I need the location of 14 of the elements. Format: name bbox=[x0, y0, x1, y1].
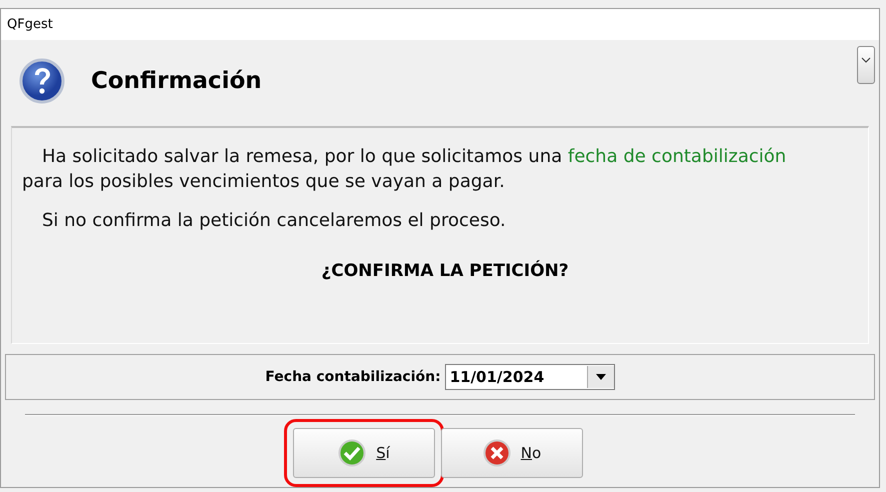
dropdown-icon bbox=[596, 374, 606, 380]
caret-icon bbox=[861, 55, 871, 65]
expand-button[interactable] bbox=[857, 46, 875, 84]
dialog-title: Confirmación bbox=[91, 68, 262, 94]
date-label: Fecha contabilización: bbox=[265, 369, 441, 385]
close-icon bbox=[482, 439, 511, 467]
question-icon bbox=[19, 58, 65, 104]
message-text: Ha solicitado salvar la remesa, por lo que solicitamos una fecha de contabilización para los posibles vencimientos que se vayan a pagar. bbox=[22, 145, 788, 194]
confirmation-question: ¿CONFIRMA LA PETICIÓN? bbox=[320, 261, 570, 281]
window-title: QFgest bbox=[1, 9, 879, 40]
date-field[interactable]: 11/01/2024 bbox=[444, 364, 615, 390]
no-button[interactable]: No bbox=[441, 428, 583, 478]
message-text: Si no confirma la petición cancelaremos el proceso. bbox=[41, 209, 507, 233]
checkmark-icon bbox=[338, 439, 366, 467]
